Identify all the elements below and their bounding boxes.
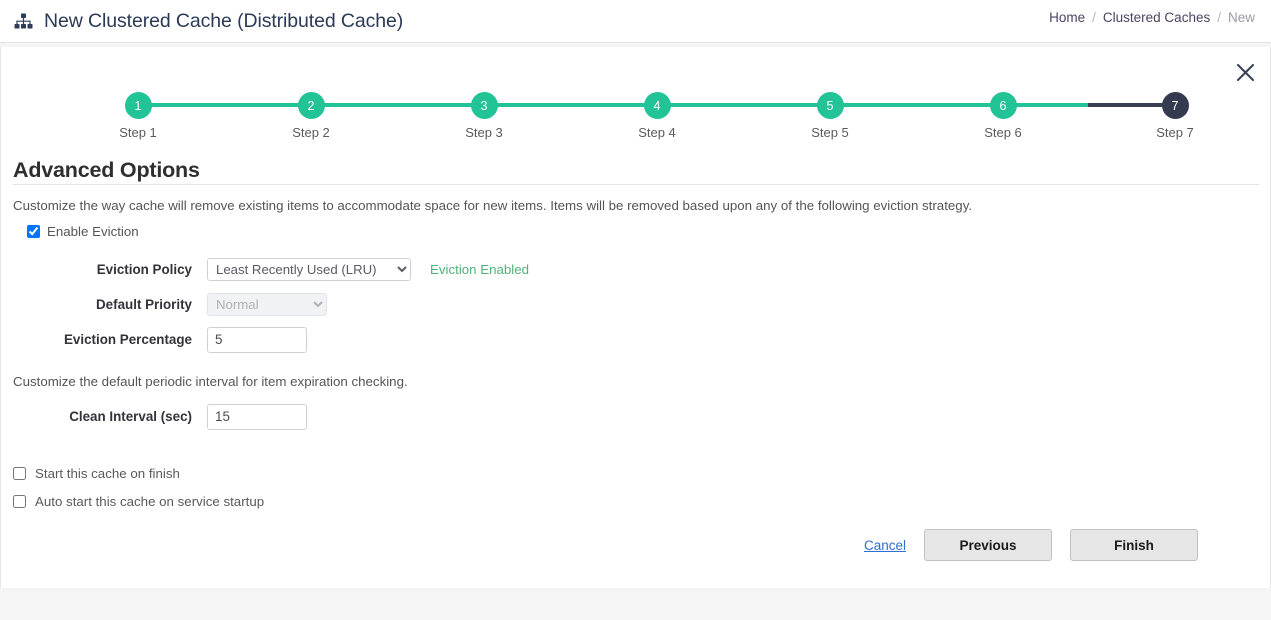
enable-eviction-label: Enable Eviction (47, 223, 139, 239)
previous-button[interactable]: Previous (924, 529, 1052, 561)
eviction-policy-label: Eviction Policy (96, 262, 192, 278)
eviction-policy-select[interactable]: Least Recently Used (LRU) Least Frequent… (207, 258, 411, 282)
wizard-footer: Cancel Previous Finish (1, 502, 1270, 588)
start-on-finish-label: Start this cache on finish (35, 465, 180, 481)
step-3-label: Step 3 (465, 125, 503, 140)
step-6-label: Step 6 (984, 125, 1022, 140)
clean-interval-row: Clean Interval (sec) (1, 400, 1271, 434)
wizard-stepper: 1 Step 1 2 Step 2 3 Step 3 4 Step 4 5 St… (1, 80, 1271, 148)
step-4-circle[interactable]: 4 (643, 92, 671, 119)
enable-eviction-row[interactable]: Enable Eviction (27, 224, 1271, 239)
enable-eviction-checkbox[interactable] (27, 224, 40, 238)
step-2-circle[interactable]: 2 (297, 92, 325, 119)
step-4-label: Step 4 (638, 125, 676, 140)
hierarchy-icon (14, 12, 33, 31)
start-on-finish-checkbox[interactable] (13, 466, 26, 480)
breadcrumb-current: New (1227, 10, 1255, 25)
step-4[interactable]: 4 Step 4 (612, 80, 702, 140)
eviction-description: Customize the way cache will remove exis… (13, 198, 973, 213)
wizard-card: 1 Step 1 2 Step 2 3 Step 3 4 Step 4 5 St… (0, 47, 1271, 588)
step-5-circle[interactable]: 5 (816, 92, 844, 119)
step-1-label: Step 1 (119, 125, 157, 140)
breadcrumb-clustered-caches[interactable]: Clustered Caches (1103, 10, 1210, 25)
section-divider (13, 184, 1259, 185)
breadcrumb-home[interactable]: Home (1049, 10, 1085, 25)
clean-interval-form: Clean Interval (sec) (1, 400, 1271, 434)
step-1[interactable]: 1 Step 1 (93, 80, 183, 140)
breadcrumb-separator-1: / (1092, 10, 1096, 25)
app-header: New Clustered Cache (Distributed Cache) … (0, 0, 1271, 43)
step-6[interactable]: 6 Step 6 (958, 80, 1048, 140)
breadcrumb-separator-2: / (1217, 10, 1221, 25)
eviction-percentage-row: Eviction Percentage (1, 323, 1271, 357)
default-priority-row: Default Priority Normal (1, 288, 1271, 322)
step-1-circle[interactable]: 1 (124, 92, 152, 119)
page-title: New Clustered Cache (Distributed Cache) (44, 9, 404, 32)
header-title-group: New Clustered Cache (Distributed Cache) (0, 10, 403, 33)
clean-interval-input[interactable] (207, 403, 307, 430)
finish-button[interactable]: Finish (1070, 529, 1198, 561)
step-7-circle[interactable]: 7 (1161, 92, 1189, 119)
step-5[interactable]: 5 Step 5 (785, 80, 875, 140)
breadcrumb: Home / Clustered Caches / New (1049, 10, 1255, 25)
step-3[interactable]: 3 Step 3 (439, 80, 529, 140)
step-5-label: Step 5 (811, 125, 849, 140)
step-3-circle[interactable]: 3 (470, 92, 498, 119)
start-on-finish-row[interactable]: Start this cache on finish (13, 466, 1271, 481)
eviction-percentage-input[interactable] (207, 326, 307, 353)
step-2-label: Step 2 (292, 125, 330, 140)
eviction-percentage-label: Eviction Percentage (63, 332, 192, 348)
step-6-circle[interactable]: 6 (989, 92, 1017, 119)
section-title: Advanced Options (13, 158, 200, 183)
stepper-steps: 1 Step 1 2 Step 2 3 Step 3 4 Step 4 5 St… (1, 80, 1271, 148)
eviction-status-badge: Eviction Enabled (430, 262, 530, 278)
clean-interval-label: Clean Interval (sec) (69, 409, 192, 425)
step-7-label: Step 7 (1156, 125, 1194, 140)
wizard-content: Customize the way cache will remove exis… (1, 197, 1271, 522)
default-priority-label: Default Priority (96, 297, 192, 313)
step-7[interactable]: 7 Step 7 (1130, 80, 1220, 140)
eviction-policy-row: Eviction Policy Least Recently Used (LRU… (1, 253, 1271, 287)
step-2[interactable]: 2 Step 2 (266, 80, 356, 140)
default-priority-select: Normal (207, 293, 327, 317)
cancel-link[interactable]: Cancel (864, 538, 906, 553)
eviction-form: Eviction Policy Least Recently Used (LRU… (1, 253, 1271, 357)
clean-interval-description: Customize the default periodic interval … (13, 373, 408, 389)
